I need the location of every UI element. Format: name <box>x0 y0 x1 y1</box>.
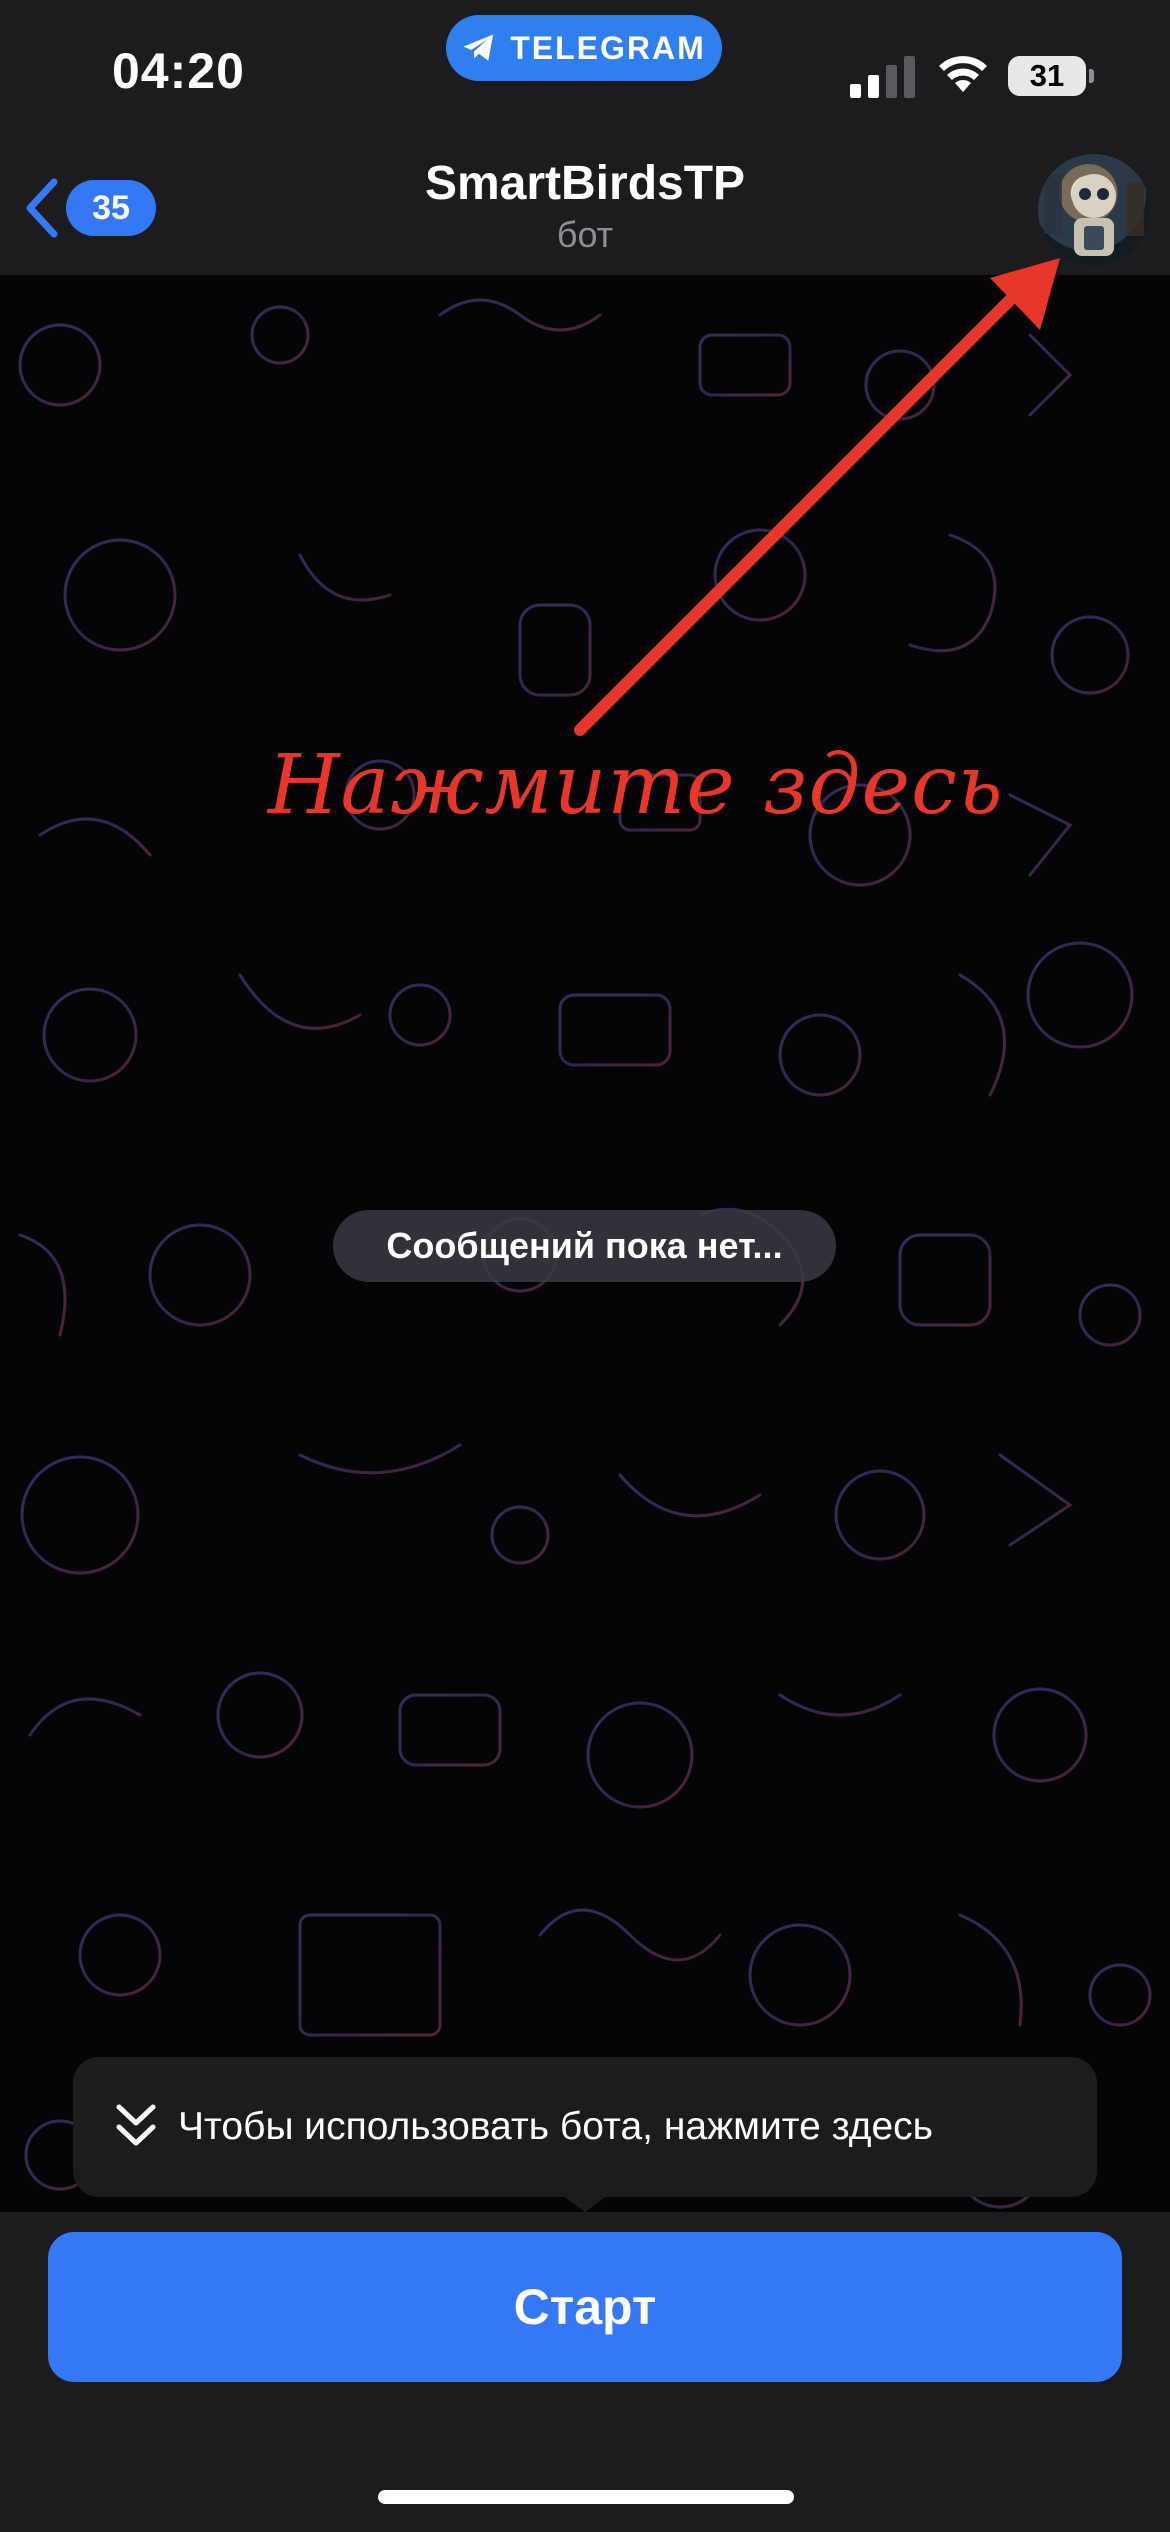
tooltip-tail <box>555 2190 615 2212</box>
chat-subtitle: бот <box>556 214 614 255</box>
empty-chat-notice: Сообщений пока нет... <box>333 1210 836 1282</box>
bot-avatar[interactable] <box>1038 154 1150 266</box>
wifi-icon <box>939 56 987 92</box>
home-indicator[interactable] <box>378 2490 794 2504</box>
start-tooltip-text: Чтобы использовать бота, нажмите здесь <box>178 2105 933 2148</box>
start-button[interactable]: Старт <box>48 2232 1122 2382</box>
status-time: 04:20 <box>112 43 245 99</box>
telegram-pill-label: TELEGRAM <box>510 29 706 66</box>
bottom-panel: Старт <box>0 2212 1170 2532</box>
start-tooltip[interactable]: Чтобы использовать бота, нажмите здесь <box>73 2057 1097 2197</box>
battery-indicator: 31 <box>1008 56 1086 96</box>
annotation-label: Нажмите здесь <box>268 738 1004 833</box>
telegram-icon <box>463 34 494 61</box>
battery-nub <box>1089 69 1094 83</box>
double-chevron-down-icon <box>116 2104 156 2146</box>
cellular-signal-icon <box>850 56 915 98</box>
chat-header: 35 SmartBirdsTP бот <box>0 150 1170 275</box>
status-bar: 04:20 TELEGRAM 31 <box>0 0 1170 150</box>
telegram-return-pill[interactable]: TELEGRAM <box>446 15 722 81</box>
chat-title[interactable]: SmartBirdsTP <box>0 156 1170 211</box>
robot-avatar-icon <box>1044 174 1144 256</box>
